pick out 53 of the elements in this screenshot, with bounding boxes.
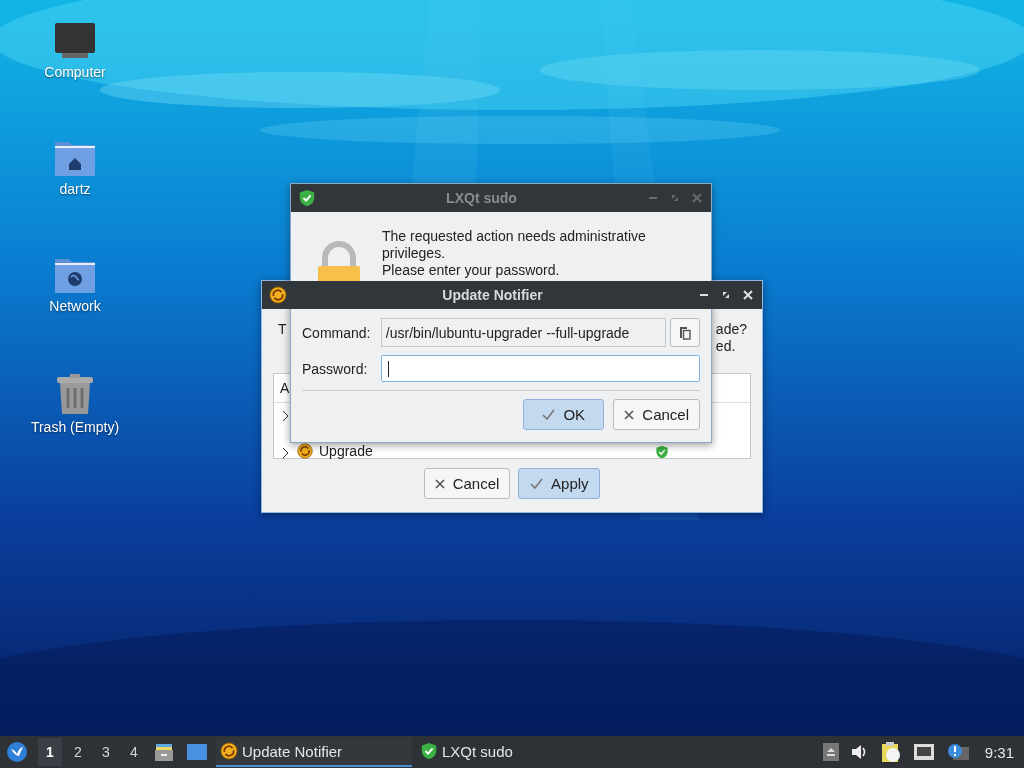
check-icon xyxy=(542,409,556,420)
home-folder-icon[interactable] xyxy=(54,139,96,177)
workspace-button[interactable]: 4 xyxy=(122,738,146,766)
ok-button[interactable]: OK xyxy=(523,399,605,430)
desktop-icon-label[interactable]: dartz xyxy=(59,181,91,197)
workspace-button[interactable]: 2 xyxy=(66,738,90,766)
shield-check-icon xyxy=(298,189,316,207)
copy-icon xyxy=(679,325,692,340)
monitor-icon[interactable] xyxy=(54,22,96,60)
desktop-icon-label[interactable]: Trash (Empty) xyxy=(30,419,120,435)
update-icon xyxy=(269,286,287,304)
clipboard-icon[interactable] xyxy=(880,741,901,763)
window-title: LXQt sudo xyxy=(445,190,518,206)
field-label: Command: xyxy=(302,324,372,341)
table-cell-text: Upgrade xyxy=(319,443,374,459)
workspace-button[interactable]: 3 xyxy=(94,738,118,766)
shield-check-icon xyxy=(420,742,438,760)
file-cabinet-icon[interactable] xyxy=(154,742,174,762)
desktop-icon[interactable] xyxy=(186,743,208,761)
start-menu-icon[interactable] xyxy=(6,741,28,763)
close-icon xyxy=(624,409,635,420)
eject-icon[interactable] xyxy=(822,743,839,761)
check-icon xyxy=(530,478,544,489)
message-text: The requested action needs administrative privileges. xyxy=(382,228,647,262)
cancel-button[interactable]: Cancel xyxy=(613,399,700,430)
desktop-icon-label[interactable]: Network xyxy=(49,298,101,314)
message-text: Please enter your password. xyxy=(382,262,561,279)
window-title: Update Notifier xyxy=(441,287,544,303)
workspace-button[interactable]: 1 xyxy=(38,738,62,766)
clock[interactable]: 9:31 xyxy=(984,743,1014,761)
notification-icon[interactable] xyxy=(946,743,969,761)
network-folder-icon[interactable] xyxy=(54,256,96,294)
chevron-right-icon[interactable] xyxy=(281,410,289,422)
taskbar-button[interactable]: LXQt sudo xyxy=(416,737,612,767)
chevron-right-icon[interactable] xyxy=(281,447,289,459)
command-field[interactable]: /usr/bin/lubuntu-upgrader --full-upgrade xyxy=(380,318,667,347)
question-text: T xyxy=(278,321,287,339)
update-icon xyxy=(297,443,313,459)
password-field[interactable] xyxy=(381,355,700,382)
column-header[interactable]: A xyxy=(280,380,290,396)
close-icon[interactable] xyxy=(742,289,754,301)
taskbar-button[interactable]: Update Notifier xyxy=(216,737,412,767)
cancel-button[interactable]: Cancel xyxy=(423,468,511,499)
question-text: ed. xyxy=(715,338,737,355)
field-label: Password: xyxy=(302,360,369,377)
question-text: ade? xyxy=(715,321,747,338)
maximize-icon[interactable] xyxy=(720,289,732,301)
close-icon xyxy=(434,478,445,489)
apply-button[interactable]: Apply xyxy=(518,468,601,499)
network-port-icon[interactable] xyxy=(912,743,935,761)
update-icon xyxy=(220,742,238,760)
trash-icon[interactable] xyxy=(54,373,96,415)
copy-button[interactable] xyxy=(670,318,700,347)
